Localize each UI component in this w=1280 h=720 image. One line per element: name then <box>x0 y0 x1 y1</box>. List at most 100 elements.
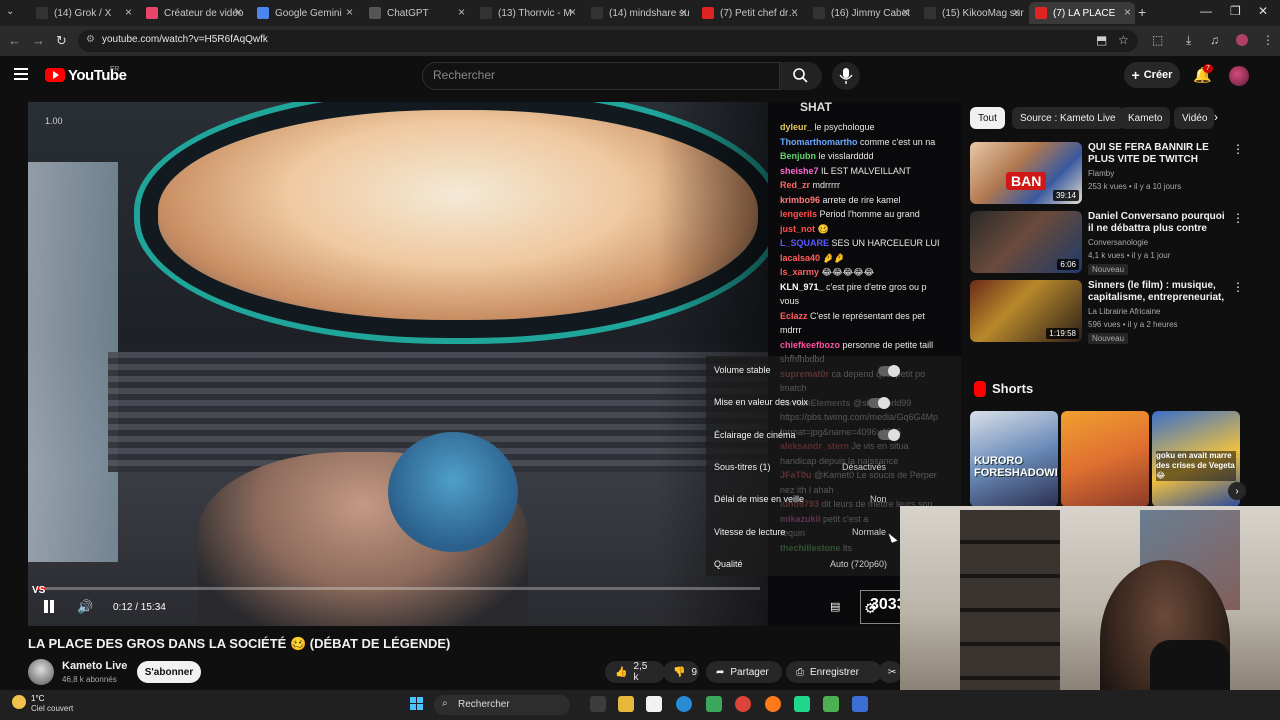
filter-chip[interactable]: Tout <box>970 107 1005 129</box>
create-button[interactable]: + Créer <box>1124 62 1180 88</box>
task-view-icon[interactable] <box>590 696 606 712</box>
settings-row-label[interactable]: Mise en valeur des voix <box>714 397 808 407</box>
recommended-video[interactable]: 6:06 Daniel Conversano pourquoi il ne déb… <box>970 211 1244 277</box>
windows-start-icon[interactable] <box>410 697 424 711</box>
store-icon[interactable] <box>706 696 722 712</box>
shorts-next-button[interactable]: › <box>1228 482 1246 500</box>
browser-tab[interactable]: Créateur de vidéo × <box>140 2 246 24</box>
video-thumbnail[interactable]: 1:19:58 <box>970 280 1082 342</box>
pause-button[interactable] <box>42 600 56 614</box>
app-icon-feather[interactable] <box>823 696 839 712</box>
settings-gear-icon[interactable]: ⚙ <box>864 600 877 617</box>
maximize-icon[interactable]: ❐ <box>1230 4 1241 18</box>
video-channel[interactable]: Conversanologie <box>1088 238 1148 247</box>
install-app-icon[interactable]: ⬒ <box>1096 33 1107 47</box>
account-avatar[interactable] <box>1229 66 1249 86</box>
stable-volume-toggle[interactable] <box>878 365 900 377</box>
tab-close-icon[interactable]: × <box>458 5 465 19</box>
tab-close-icon[interactable]: × <box>569 5 576 19</box>
tab-close-icon[interactable]: × <box>235 5 242 19</box>
app-icon-blue[interactable] <box>852 696 868 712</box>
subscribe-button[interactable]: S'abonner <box>137 661 201 683</box>
captions-icon[interactable]: ▤ <box>830 600 840 613</box>
chips-next-icon[interactable]: › <box>1214 110 1218 124</box>
video-channel[interactable]: Flamby <box>1088 169 1114 178</box>
settings-row-label[interactable]: Qualité <box>714 559 743 569</box>
voice-boost-toggle[interactable] <box>868 397 890 409</box>
browser-tab[interactable]: Google Gemini × <box>251 2 357 24</box>
more-options-icon[interactable]: ⋮ <box>1232 142 1244 156</box>
share-button[interactable]: ➦ Partager <box>706 661 782 683</box>
tab-close-icon[interactable]: × <box>791 5 798 19</box>
ambient-mode-toggle[interactable] <box>878 429 900 441</box>
downloads-icon[interactable]: ⤓ <box>1186 33 1191 48</box>
video-channel[interactable]: La Librairie Africaine <box>1088 307 1160 316</box>
dislike-button[interactable]: 👎 9 <box>663 661 699 683</box>
tab-close-icon[interactable]: × <box>902 5 909 19</box>
channel-name[interactable]: Kameto Live <box>62 660 127 672</box>
media-controls-icon[interactable]: ♫ <box>1210 33 1219 47</box>
browser-tab[interactable]: (16) Jimmy Cabot × <box>807 2 913 24</box>
site-info-icon[interactable]: ⚙ <box>86 34 95 45</box>
tab-list-icon[interactable]: ⌄ <box>6 6 14 17</box>
browser-tab[interactable]: (13) Thorrvic - M × <box>474 2 580 24</box>
recommended-video[interactable]: 1:19:58 Sinners (le film) : musique, capi… <box>970 280 1244 346</box>
like-button[interactable]: 👍 2,5 k <box>605 661 665 683</box>
settings-row-label[interactable]: Délai de mise en veille <box>714 494 804 504</box>
settings-row-label[interactable]: Éclairage de cinéma <box>714 430 796 440</box>
search-button[interactable] <box>780 62 822 90</box>
video-title[interactable]: Daniel Conversano pourquoi il ne débattr… <box>1088 211 1226 235</box>
tab-close-icon[interactable]: × <box>1124 5 1131 19</box>
video-title[interactable]: Sinners (le film) : musique, capitalisme… <box>1088 280 1226 304</box>
more-options-icon[interactable]: ⋮ <box>1232 211 1244 225</box>
settings-row-label[interactable]: Volume stable <box>714 365 771 375</box>
browser-tab[interactable]: (15) KikooMag sur × <box>918 2 1024 24</box>
weather-icon[interactable] <box>12 695 26 709</box>
recommended-video[interactable]: BAN 39:14 QUI SE FERA BANNIR LE PLUS VITE … <box>970 142 1244 208</box>
hamburger-menu-icon[interactable] <box>14 68 28 80</box>
extensions-icon[interactable]: ⬚ <box>1152 33 1163 47</box>
tab-close-icon[interactable]: × <box>1013 5 1020 19</box>
browser-tab[interactable]: (14) mindshare su × <box>585 2 691 24</box>
edge-icon[interactable] <box>676 696 692 712</box>
browser-tab[interactable]: (14) Grok / X × <box>30 2 136 24</box>
minimize-icon[interactable]: — <box>1200 4 1212 18</box>
video-player[interactable] <box>28 102 768 626</box>
close-window-icon[interactable]: ✕ <box>1258 4 1268 18</box>
filter-chip[interactable]: Kameto <box>1120 107 1171 129</box>
firefox-icon[interactable] <box>765 696 781 712</box>
video-thumbnail[interactable]: BAN 39:14 <box>970 142 1082 204</box>
more-options-icon[interactable]: ⋮ <box>1232 280 1244 294</box>
clip-button[interactable]: ✂ <box>878 661 902 683</box>
progress-bar[interactable] <box>36 587 760 590</box>
back-icon[interactable]: ← <box>8 33 21 48</box>
filter-chip[interactable]: Source : Kameto Live <box>1012 107 1124 129</box>
file-explorer-icon[interactable] <box>618 696 634 712</box>
short-thumbnail[interactable] <box>1061 411 1149 507</box>
short-thumbnail[interactable]: KURORO FORESHADOWING <box>970 411 1058 507</box>
new-tab-icon[interactable]: + <box>1138 4 1146 20</box>
youtube-logo-icon[interactable] <box>45 68 65 82</box>
tab-close-icon[interactable]: × <box>680 5 687 19</box>
tab-close-icon[interactable]: × <box>125 5 132 19</box>
browser-tab[interactable]: (7) Petit chef dram × <box>696 2 802 24</box>
bookmark-star-icon[interactable]: ☆ <box>1118 33 1129 47</box>
browser-menu-icon[interactable]: ⋮ <box>1262 33 1274 47</box>
reload-icon[interactable]: ↻ <box>56 33 67 49</box>
video-thumbnail[interactable]: 6:06 <box>970 211 1082 273</box>
volume-icon[interactable]: 🔊 <box>77 599 93 615</box>
profile-avatar[interactable] <box>1236 34 1248 46</box>
save-button[interactable]: ⎙ Enregistrer <box>786 661 882 683</box>
video-title[interactable]: QUI SE FERA BANNIR LE PLUS VITE DE TWITC… <box>1088 142 1226 166</box>
filter-chip[interactable]: Vidéo <box>1174 107 1214 129</box>
notepad-icon[interactable] <box>646 696 662 712</box>
channel-avatar[interactable] <box>28 659 54 685</box>
settings-row-label[interactable]: Vitesse de lecture <box>714 527 785 537</box>
tab-close-icon[interactable]: × <box>346 5 353 19</box>
settings-row-label[interactable]: Sous-titres (1) <box>714 462 771 472</box>
browser-tab[interactable]: (7) LA PLACE × <box>1029 2 1135 24</box>
forward-icon[interactable]: → <box>32 33 45 48</box>
voice-search-button[interactable] <box>832 62 860 90</box>
chrome-icon[interactable] <box>735 696 751 712</box>
browser-tab[interactable]: ChatGPT × <box>363 2 469 24</box>
